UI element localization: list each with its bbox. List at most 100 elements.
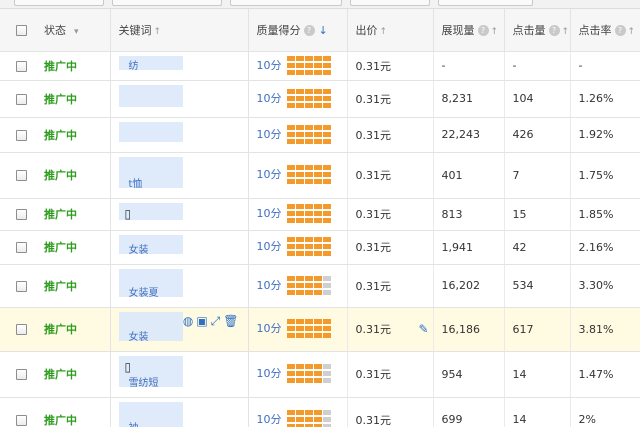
table-row[interactable]: 推广中 10分 0.31元 8,231 104 1.26%	[0, 80, 640, 118]
table-row[interactable]: 推广中 t恤 10分 0.31元 401 7 1.75%	[0, 152, 640, 199]
keyword-cell[interactable]	[110, 117, 249, 153]
quality-bar-cell	[322, 289, 331, 295]
bid-value[interactable]: 0.31元	[356, 368, 392, 381]
sort-arrow-icon[interactable]: ↑	[491, 27, 499, 37]
sort-active-icon[interactable]: ↓	[319, 24, 328, 37]
bid-value[interactable]: 0.31元	[356, 414, 392, 427]
row-checkbox[interactable]	[16, 414, 27, 426]
keyword-cell[interactable]: ▯	[110, 198, 249, 231]
table-row[interactable]: 推广中 女装 10分 0.31元 1,941 42 2.16%	[0, 230, 640, 265]
help-icon[interactable]: ?	[477, 25, 489, 37]
bid-value[interactable]: 0.31元	[356, 169, 392, 182]
ctr-cell: 2%	[570, 397, 640, 427]
table-row[interactable]: 推广中 女装夏 10分 0.31元 16,202 534 3.30%	[0, 264, 640, 308]
row-checkbox[interactable]	[16, 324, 27, 335]
keyword-cell[interactable]: 女装 ◍▣⤢🗑	[110, 307, 249, 352]
col-ctr[interactable]: 点击率? ↑	[570, 9, 640, 52]
quality-bar-cell	[286, 289, 295, 295]
quality-bar-cell	[313, 88, 322, 94]
bid-cell[interactable]: 0.31元	[347, 198, 434, 231]
table-row[interactable]: 推广中 袖 10分 0.31元 699 14 2%	[0, 397, 640, 427]
col-status[interactable]: 状态 ▾	[36, 9, 111, 52]
keyword-text[interactable]: 女装	[129, 328, 149, 343]
keyword-cell[interactable]: 纺	[110, 51, 249, 81]
clicks-value: 7	[512, 168, 520, 182]
keyword-cell[interactable]: 女装	[110, 230, 249, 265]
row-checkbox[interactable]	[16, 129, 27, 141]
bid-cell[interactable]: 0.31元	[347, 117, 434, 153]
toolbar-button[interactable]	[14, 0, 104, 6]
sort-arrow-icon[interactable]: ↑	[628, 27, 636, 37]
col-impressions[interactable]: 展现量? ↑	[433, 9, 505, 52]
keyword-text[interactable]: 雪纺短	[129, 374, 159, 389]
bid-cell[interactable]: 0.31元	[347, 51, 434, 81]
bid-value[interactable]: 0.31元	[356, 241, 392, 254]
col-quality[interactable]: 质量得分? ↓	[248, 9, 348, 52]
quality-bar-cell	[304, 55, 313, 61]
keyword-cell[interactable]	[110, 80, 249, 118]
bid-cell[interactable]: 0.31元 ✎	[347, 307, 434, 352]
table-row[interactable]: 推广中 ▯ 10分 0.31元 813 15 1.85%	[0, 198, 640, 231]
bid-value[interactable]: 0.31元	[356, 93, 392, 106]
toolbar-button[interactable]	[230, 0, 342, 6]
keyword-cell[interactable]: 袖	[110, 397, 249, 427]
table-row[interactable]: 推广中 10分 0.31元 22,243 426 1.92%	[0, 117, 640, 153]
select-all-checkbox[interactable]	[16, 24, 27, 36]
bid-value[interactable]: 0.31元	[356, 208, 392, 221]
quality-bar-cell	[295, 165, 304, 170]
row-actions-icon[interactable]: ◍▣⤢🗑	[183, 314, 242, 329]
toolbar-button[interactable]	[438, 0, 533, 6]
bid-cell[interactable]: 0.31元	[347, 152, 434, 199]
table-row[interactable]: 推广中 ▯ 雪纺短 10分 0.31元 954 14 1.47%	[0, 351, 640, 398]
row-checkbox[interactable]	[16, 170, 27, 181]
sort-arrow-icon[interactable]: ↑	[154, 27, 162, 37]
edit-bid-icon[interactable]: ✎	[418, 322, 428, 336]
help-icon[interactable]: ?	[548, 25, 560, 37]
sort-arrow-icon[interactable]: ↑	[562, 27, 570, 37]
col-clicks[interactable]: 点击量? ↑	[504, 9, 571, 52]
col-keyword[interactable]: 关键词 ↑	[110, 9, 249, 52]
bid-cell[interactable]: 0.31元	[347, 80, 434, 118]
quality-bar-cell	[304, 218, 313, 223]
col-bid[interactable]: 出价 ↑	[347, 9, 434, 52]
bid-value[interactable]: 0.31元	[356, 323, 392, 336]
bid-cell[interactable]: 0.31元	[347, 397, 434, 427]
row-checkbox[interactable]	[16, 369, 27, 380]
quality-bar-cell	[286, 333, 295, 338]
keyword-text[interactable]: 女装	[129, 241, 149, 256]
quality-bar-cell	[313, 282, 322, 288]
table-row[interactable]: 推广中 纺 10分 0.31元 - - -	[0, 51, 640, 81]
quality-bar-cell	[304, 409, 313, 415]
toolbar-button[interactable]	[112, 0, 222, 6]
bid-cell[interactable]: 0.31元	[347, 230, 434, 265]
bid-value[interactable]: 0.31元	[356, 280, 392, 293]
filter-caret-icon[interactable]: ▾	[74, 27, 79, 37]
row-checkbox[interactable]	[16, 280, 27, 292]
keyword-cell[interactable]: t恤	[110, 152, 249, 199]
status-cell: 推广中	[36, 351, 111, 398]
sort-arrow-icon[interactable]: ↑	[380, 27, 388, 37]
row-checkbox[interactable]	[16, 93, 27, 105]
impressions-cell: 1,941	[433, 230, 505, 265]
keyword-text[interactable]: 袖	[129, 419, 139, 427]
row-checkbox[interactable]	[16, 242, 27, 253]
quality-bar-cell	[304, 95, 313, 101]
keyword-text[interactable]: t恤	[129, 175, 143, 190]
row-checkbox[interactable]	[16, 60, 27, 72]
toolbar-button[interactable]	[350, 0, 430, 6]
table-row[interactable]: 推广中 女装 ◍▣⤢🗑 10分 0.31元 ✎ 16,186 617 3.81%	[0, 307, 640, 352]
ctr-cell: 1.92%	[570, 117, 640, 153]
help-icon[interactable]: ?	[614, 25, 626, 37]
keyword-cell[interactable]: ▯ 雪纺短	[110, 351, 249, 398]
select-all-cell	[0, 9, 36, 52]
keyword-text[interactable]: 纺	[129, 57, 139, 72]
bid-value[interactable]: 0.31元	[356, 129, 392, 142]
bid-value[interactable]: 0.31元	[356, 60, 392, 73]
quality-bar-cell	[322, 251, 331, 256]
help-icon[interactable]: ?	[303, 25, 315, 37]
keyword-cell[interactable]: 女装夏	[110, 264, 249, 308]
row-checkbox[interactable]	[16, 209, 27, 220]
bid-cell[interactable]: 0.31元	[347, 351, 434, 398]
keyword-text[interactable]: 女装夏	[129, 284, 159, 299]
bid-cell[interactable]: 0.31元	[347, 264, 434, 308]
